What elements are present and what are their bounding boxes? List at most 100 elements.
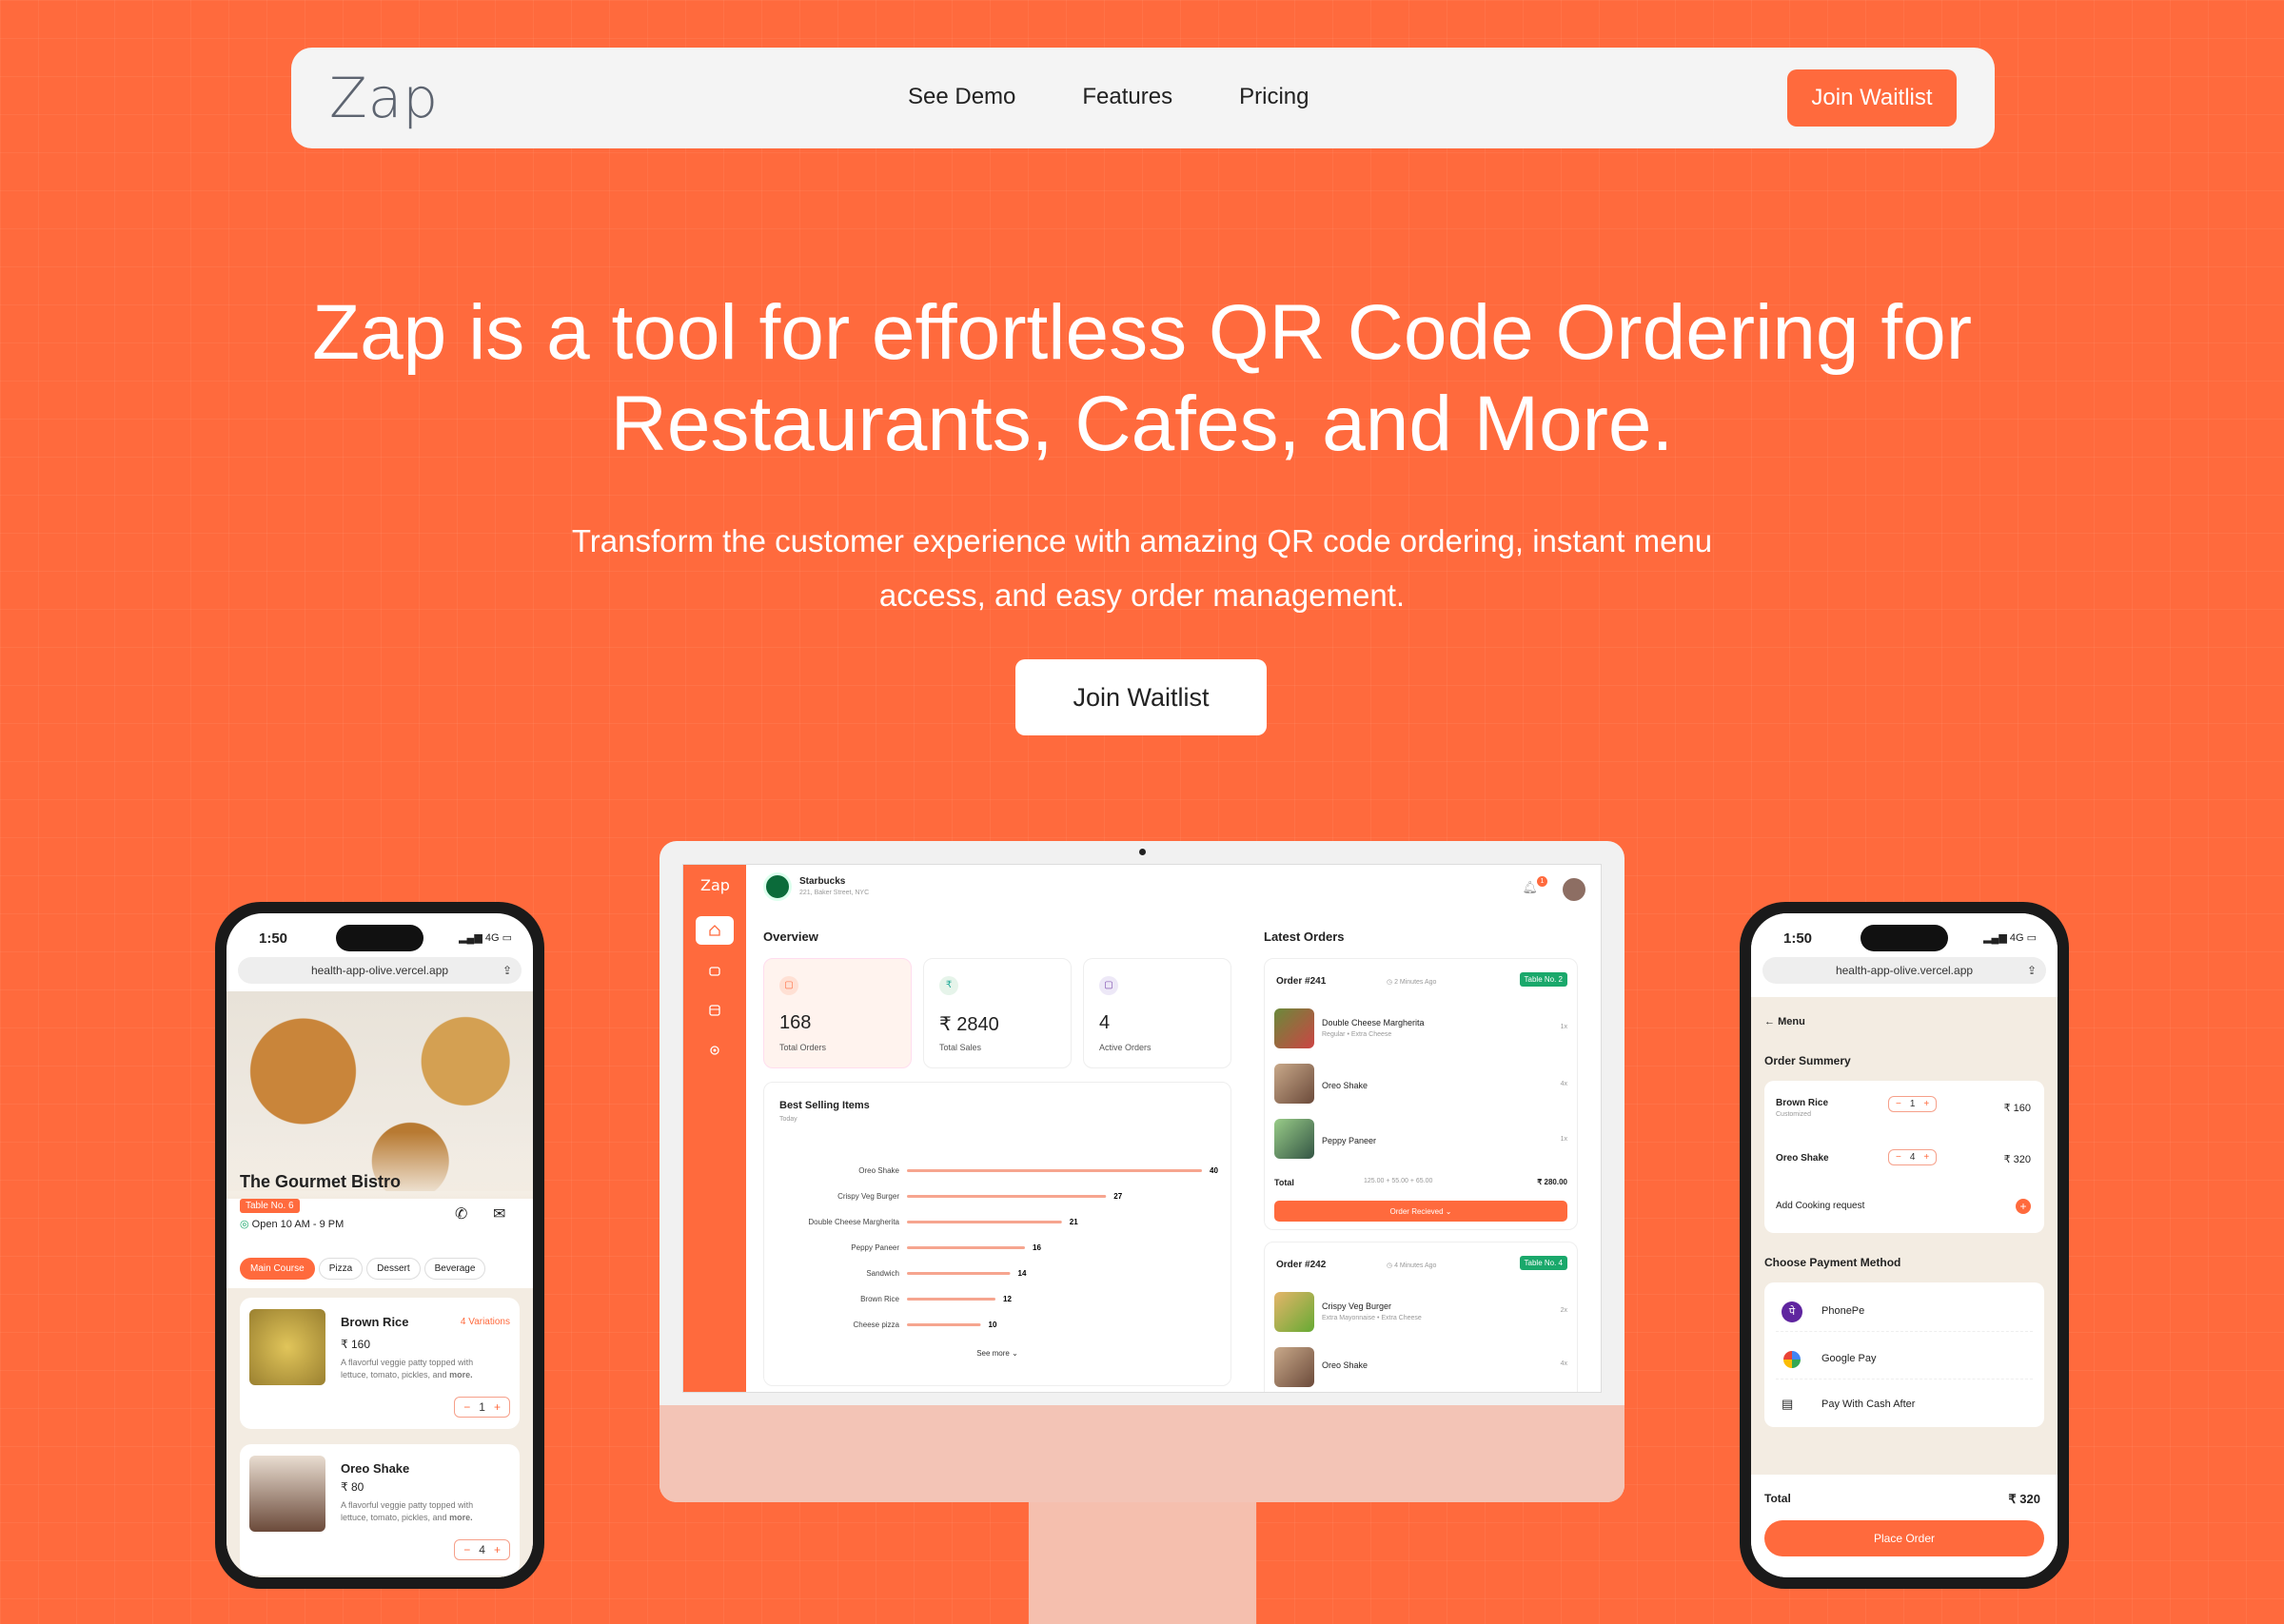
bar-value-label: 16 <box>1033 1243 1041 1252</box>
place-order-button[interactable]: Place Order <box>1764 1520 2044 1556</box>
status-network: 4G <box>2009 932 2024 944</box>
summary-item-name: Oreo Shake <box>1776 1153 1829 1164</box>
brand-logo[interactable]: Zap <box>329 66 439 130</box>
order-summary-heading: Order Summery <box>1764 1054 1851 1067</box>
menu-list-icon[interactable] <box>696 996 734 1025</box>
sidebar-logo: Zap <box>700 876 730 894</box>
latest-orders-heading: Latest Orders <box>1264 929 1345 944</box>
dashboard-sidebar: Zap <box>683 865 746 1392</box>
quantity-stepper[interactable]: −1 + <box>454 1397 510 1418</box>
bar-value-label: 14 <box>1018 1269 1027 1278</box>
add-icon[interactable]: + <box>2016 1199 2031 1214</box>
bar-category-label: Sandwich <box>866 1269 899 1278</box>
plus-icon[interactable]: + <box>1923 1152 1929 1163</box>
tab-dessert[interactable]: Dessert <box>366 1258 421 1280</box>
left-phone: 1:50 ▂▄▆ 4G ▭ health-app-olive.vercel.ap… <box>215 902 544 1589</box>
summary-item-name: Brown Rice <box>1776 1098 1829 1108</box>
hero-headline-line-1: Zap is a tool for effortless QR Code Ord… <box>311 289 1973 376</box>
bar-value-label: 27 <box>1113 1192 1122 1201</box>
quantity-value: 1 <box>479 1400 485 1414</box>
camera-dot <box>1139 849 1146 855</box>
bell-icon[interactable]: 🔔︎ <box>1522 880 1538 895</box>
bar <box>907 1323 981 1326</box>
order-item-name: Peppy Paneer <box>1322 1136 1377 1145</box>
plus-icon[interactable]: + <box>494 1543 501 1556</box>
status-time: 1:50 <box>1783 930 1813 947</box>
order-item-options: Extra Mayonnaise • Extra Cheese <box>1322 1315 1422 1321</box>
nav-link-features[interactable]: Features <box>1082 84 1172 110</box>
order-item-qty: 1x <box>1560 1024 1567 1030</box>
menu-item-card[interactable]: Oreo Shake ₹ 80 A flavorful veggie patty… <box>240 1444 520 1575</box>
status-signal: ▂▄▆ 4G ▭ <box>459 932 512 944</box>
user-avatar[interactable] <box>1563 878 1585 901</box>
menu-item-card[interactable]: Brown Rice 4 Variations ₹ 160 A flavorfu… <box>240 1298 520 1429</box>
back-menu-link[interactable]: ← Menu <box>1764 1016 1805 1027</box>
status-network: 4G <box>484 932 500 944</box>
order-item-name: Oreo Shake <box>1322 1360 1368 1370</box>
browser-url-bar[interactable]: health-app-olive.vercel.app ⇪ <box>238 957 522 984</box>
home-icon[interactable] <box>696 916 734 945</box>
see-more-link[interactable]: See more ⌄ <box>764 1349 1231 1358</box>
total-label: Total <box>1764 1492 1791 1505</box>
bag-icon[interactable] <box>696 956 734 985</box>
share-icon[interactable]: ⇪ <box>502 964 512 977</box>
read-more-link[interactable]: more. <box>449 1513 473 1522</box>
phone-call-icon[interactable]: ✆ <box>455 1204 467 1223</box>
plus-icon[interactable]: + <box>1923 1099 1929 1109</box>
tab-main-course[interactable]: Main Course <box>240 1258 315 1280</box>
menu-item-name: Brown Rice <box>341 1315 409 1329</box>
browser-url-bar[interactable]: health-app-olive.vercel.app ⇪ <box>1762 957 2046 984</box>
stat-value: 4 <box>1099 1012 1111 1033</box>
minus-icon[interactable]: − <box>1896 1099 1901 1109</box>
mail-icon[interactable]: ✉ <box>493 1204 505 1223</box>
category-tabs: Main Course Pizza Dessert Beverage <box>240 1258 489 1280</box>
nav-link-pricing[interactable]: Pricing <box>1239 84 1309 110</box>
plus-icon[interactable]: + <box>494 1400 501 1414</box>
settings-gear-icon[interactable] <box>696 1036 734 1065</box>
stat-label: Total Sales <box>939 1043 982 1052</box>
hero-subtitle: Transform the customer experience with a… <box>0 514 2284 622</box>
hero-headline: Zap is a tool for effortless QR Code Ord… <box>0 287 2284 470</box>
order-status-dropdown[interactable]: Order Recieved ⌄ <box>1274 1201 1567 1222</box>
order-item-qty: 4x <box>1560 1081 1567 1087</box>
quantity-stepper[interactable]: −1 + <box>1888 1096 1938 1112</box>
stat-card-total-orders: ▢ 168 Total Orders <box>763 958 912 1068</box>
read-more-link[interactable]: more. <box>449 1370 473 1379</box>
right-phone-screen: 1:50 ▂▄▆ 4G ▭ health-app-olive.vercel.ap… <box>1751 913 2058 1577</box>
minus-icon[interactable]: − <box>1896 1152 1901 1163</box>
stat-card-total-sales: ₹ ₹ 2840 Total Sales <box>923 958 1072 1068</box>
tab-pizza[interactable]: Pizza <box>318 1258 364 1280</box>
payment-label: Google Pay <box>1821 1353 1877 1364</box>
monitor-stand <box>1029 1502 1256 1624</box>
minus-icon[interactable]: − <box>463 1400 470 1414</box>
menu-item-name: Oreo Shake <box>341 1461 410 1476</box>
food-thumbnail <box>1274 1119 1314 1159</box>
hero-subtitle-line-2: access, and easy order management. <box>878 577 1406 613</box>
bar <box>907 1221 1062 1223</box>
quantity-stepper[interactable]: −4 + <box>454 1539 510 1560</box>
bar-category-label: Peppy Paneer <box>851 1243 899 1252</box>
tab-beverage[interactable]: Beverage <box>423 1258 486 1280</box>
quantity-stepper[interactable]: −4 + <box>1888 1149 1938 1165</box>
minus-icon[interactable]: − <box>463 1543 470 1556</box>
check-circle-icon: ◎ <box>240 1219 249 1230</box>
join-waitlist-hero-button[interactable]: Join Waitlist <box>1015 659 1267 735</box>
join-waitlist-nav-button[interactable]: Join Waitlist <box>1787 69 1957 127</box>
open-hours-text: Open 10 AM - 9 PM <box>251 1219 345 1230</box>
share-icon[interactable]: ⇪ <box>2027 964 2037 977</box>
order-total-label: Total <box>1274 1178 1294 1187</box>
variations-badge: 4 Variations <box>460 1317 510 1327</box>
payment-option-phonepe[interactable]: पे PhonePe <box>1776 1294 2033 1332</box>
order-item-name: Double Cheese Margherita <box>1322 1018 1425 1027</box>
monitor-chin <box>660 1405 1624 1502</box>
payment-label: PhonePe <box>1821 1305 1865 1317</box>
bar-value-label: 10 <box>989 1321 997 1329</box>
nav-link-see-demo[interactable]: See Demo <box>908 84 1015 110</box>
menu-item-description: A flavorful veggie patty topped with lett… <box>341 1357 473 1381</box>
order-item-name: Oreo Shake <box>1322 1081 1368 1090</box>
store-name: Starbucks <box>799 876 846 887</box>
payment-option-cash[interactable]: ▤ Pay With Cash After <box>1776 1389 2033 1423</box>
add-cooking-request[interactable]: Add Cooking request <box>1776 1201 1864 1211</box>
payment-option-google-pay[interactable]: Google Pay <box>1776 1341 2033 1379</box>
dashboard-screen: Zap Starbucks 221, Baker Street, NYC 🔔︎ … <box>682 864 1602 1393</box>
